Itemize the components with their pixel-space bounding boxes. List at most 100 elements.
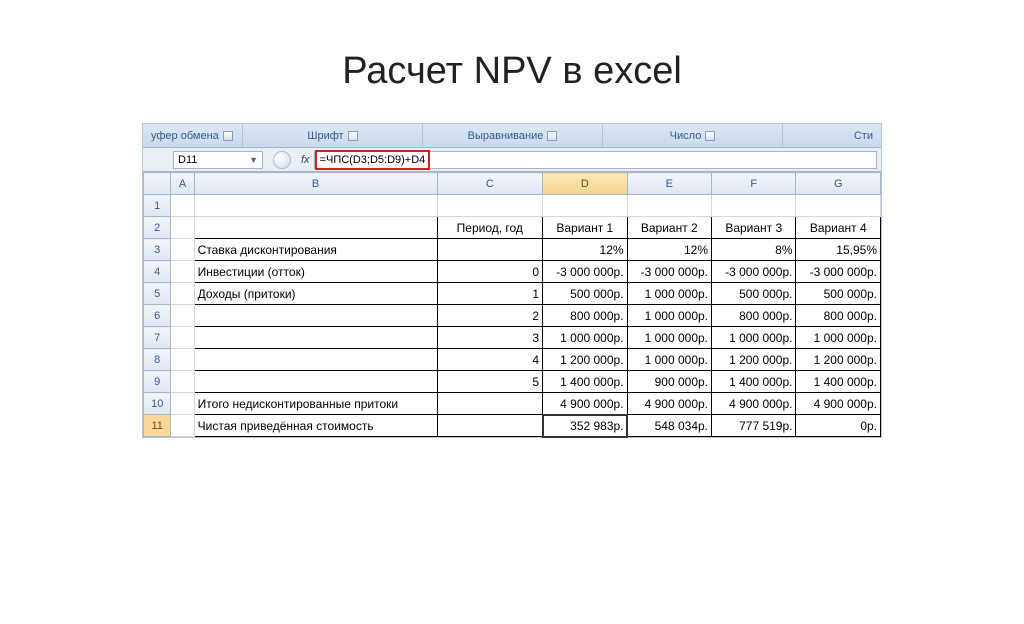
cell[interactable]: 1 400 000р.: [796, 371, 881, 393]
row-header[interactable]: 4: [144, 261, 171, 283]
cell[interactable]: 15,95%: [796, 239, 881, 261]
cell[interactable]: 4: [437, 349, 543, 371]
chevron-down-icon[interactable]: ▼: [249, 155, 258, 165]
fx-icon[interactable]: fx: [301, 154, 310, 166]
ribbon-group-alignment[interactable]: Выравнивание: [423, 124, 603, 147]
ribbon-group-styles[interactable]: Сти: [783, 124, 881, 147]
cell[interactable]: [627, 195, 711, 217]
cell[interactable]: [171, 261, 194, 283]
cell[interactable]: Доходы (притоки): [194, 283, 437, 305]
cell[interactable]: [437, 239, 543, 261]
row-header[interactable]: 6: [144, 305, 171, 327]
name-box[interactable]: D11 ▼: [173, 151, 263, 169]
cell[interactable]: 4 900 000р.: [712, 393, 796, 415]
row-header[interactable]: 9: [144, 371, 171, 393]
cell[interactable]: 12%: [627, 239, 711, 261]
cell[interactable]: 777 519р.: [712, 415, 796, 437]
cell[interactable]: -3 000 000р.: [796, 261, 881, 283]
cell[interactable]: 1 000 000р.: [712, 327, 796, 349]
cell[interactable]: [171, 371, 194, 393]
cell[interactable]: 1: [437, 283, 543, 305]
cell[interactable]: Вариант 4: [796, 217, 881, 239]
cell[interactable]: Чистая приведённая стоимость: [194, 415, 437, 437]
cell[interactable]: -3 000 000р.: [543, 261, 627, 283]
cell[interactable]: 3: [437, 327, 543, 349]
cell[interactable]: 500 000р.: [712, 283, 796, 305]
cell[interactable]: 4 900 000р.: [543, 393, 627, 415]
col-header-B[interactable]: B: [194, 173, 437, 195]
col-header-G[interactable]: G: [796, 173, 881, 195]
cell[interactable]: 0р.: [796, 415, 881, 437]
cell[interactable]: [194, 217, 437, 239]
select-all-corner[interactable]: [144, 173, 171, 195]
cell[interactable]: 800 000р.: [796, 305, 881, 327]
cell[interactable]: 800 000р.: [543, 305, 627, 327]
cell[interactable]: [194, 327, 437, 349]
dialog-launcher-icon[interactable]: [223, 131, 233, 141]
cell[interactable]: Вариант 3: [712, 217, 796, 239]
cancel-formula-button[interactable]: [273, 151, 291, 169]
cell[interactable]: Вариант 1: [543, 217, 627, 239]
cell[interactable]: 1 000 000р.: [796, 327, 881, 349]
cell[interactable]: Ставка дисконтирования: [194, 239, 437, 261]
cell[interactable]: [712, 195, 796, 217]
cell[interactable]: 500 000р.: [796, 283, 881, 305]
cell[interactable]: 8%: [712, 239, 796, 261]
cell[interactable]: 2: [437, 305, 543, 327]
cell[interactable]: 0: [437, 261, 543, 283]
row-header[interactable]: 2: [144, 217, 171, 239]
row-header[interactable]: 1: [144, 195, 171, 217]
cell[interactable]: -3 000 000р.: [627, 261, 711, 283]
col-header-A[interactable]: A: [171, 173, 194, 195]
cell[interactable]: [194, 349, 437, 371]
ribbon-group-number[interactable]: Число: [603, 124, 783, 147]
row-header[interactable]: 5: [144, 283, 171, 305]
row-header[interactable]: 8: [144, 349, 171, 371]
ribbon-group-font[interactable]: Шрифт: [243, 124, 423, 147]
cell[interactable]: [437, 195, 543, 217]
cell[interactable]: [437, 415, 543, 437]
cell[interactable]: 1 000 000р.: [627, 349, 711, 371]
cell[interactable]: 1 200 000р.: [796, 349, 881, 371]
cell[interactable]: -3 000 000р.: [712, 261, 796, 283]
cell[interactable]: 1 000 000р.: [627, 305, 711, 327]
cell[interactable]: 1 000 000р.: [627, 327, 711, 349]
col-header-F[interactable]: F: [712, 173, 796, 195]
cell[interactable]: 4 900 000р.: [796, 393, 881, 415]
cell[interactable]: [194, 305, 437, 327]
col-header-C[interactable]: C: [437, 173, 543, 195]
cell[interactable]: 800 000р.: [712, 305, 796, 327]
cell[interactable]: [171, 239, 194, 261]
cell[interactable]: 1 200 000р.: [543, 349, 627, 371]
cell[interactable]: [171, 305, 194, 327]
col-header-E[interactable]: E: [627, 173, 711, 195]
cell[interactable]: [171, 393, 194, 415]
row-header[interactable]: 3: [144, 239, 171, 261]
cell[interactable]: Инвестиции (отток): [194, 261, 437, 283]
row-header[interactable]: 7: [144, 327, 171, 349]
cell[interactable]: 1 400 000р.: [543, 371, 627, 393]
cell[interactable]: [171, 327, 194, 349]
cell[interactable]: 1 000 000р.: [543, 327, 627, 349]
dialog-launcher-icon[interactable]: [547, 131, 557, 141]
cell[interactable]: 548 034р.: [627, 415, 711, 437]
cell[interactable]: Период, год: [437, 217, 543, 239]
worksheet[interactable]: A B C D E F G 1 2 Период, год Вариант 1: [143, 172, 881, 437]
cell[interactable]: 12%: [543, 239, 627, 261]
cell[interactable]: [171, 217, 194, 239]
cell[interactable]: 5: [437, 371, 543, 393]
col-header-D[interactable]: D: [543, 173, 627, 195]
ribbon-group-clipboard[interactable]: уфер обмена: [143, 124, 243, 147]
active-cell[interactable]: 352 983р.: [543, 415, 627, 437]
cell[interactable]: [194, 371, 437, 393]
cell[interactable]: Вариант 2: [627, 217, 711, 239]
row-header[interactable]: 11: [144, 415, 171, 437]
cell[interactable]: [171, 195, 194, 217]
cell[interactable]: [796, 195, 881, 217]
cell[interactable]: 900 000р.: [627, 371, 711, 393]
cell[interactable]: 1 200 000р.: [712, 349, 796, 371]
cell[interactable]: [171, 283, 194, 305]
cell[interactable]: Итого недисконтированные притоки: [194, 393, 437, 415]
cell[interactable]: 500 000р.: [543, 283, 627, 305]
row-header[interactable]: 10: [144, 393, 171, 415]
